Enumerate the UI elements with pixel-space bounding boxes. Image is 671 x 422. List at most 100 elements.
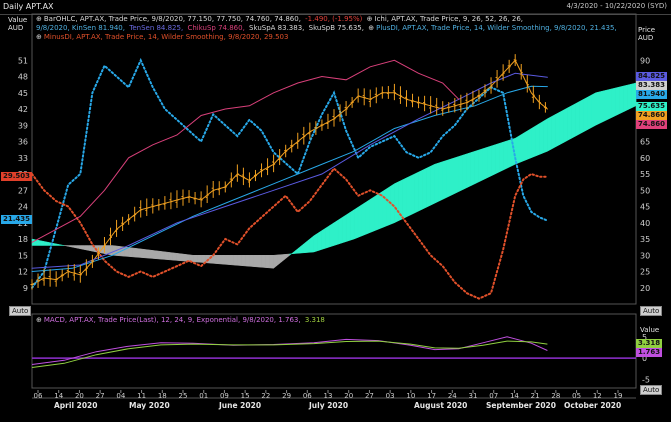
x-tick-label: 29	[282, 392, 291, 400]
cloud-segment	[623, 84, 629, 112]
cloud-segment	[35, 239, 41, 246]
cloud-segment	[39, 240, 45, 246]
cloud-segment	[369, 196, 375, 233]
cloud-segment	[490, 144, 496, 177]
chart-root: Daily APT.AX 4/3/2020 - 10/22/2020 (SYD)…	[0, 0, 671, 422]
cloud-segment	[285, 253, 290, 260]
cloud-segment	[168, 252, 174, 261]
cloud-segment	[269, 255, 274, 269]
cloud-segment	[523, 130, 528, 162]
left-tick-label: 27	[18, 186, 28, 195]
macd-plot-border	[31, 313, 637, 389]
cloud-segment	[422, 167, 427, 210]
cloud-segment	[297, 244, 303, 254]
x-tick-label: 06	[34, 392, 43, 400]
cloud-segment	[357, 204, 363, 238]
x-tick-label: 04	[116, 392, 125, 400]
cloud-segment	[619, 85, 625, 114]
cloud-segment	[301, 241, 307, 254]
cloud-segment	[104, 245, 109, 255]
x-tick-label: 20	[75, 392, 84, 400]
cloud-segment	[72, 245, 77, 249]
cloud-segment	[337, 217, 343, 245]
cloud-segment	[591, 92, 596, 128]
cloud-segment	[140, 248, 145, 259]
left-tick-label: 12	[18, 268, 28, 277]
cloud-segment	[172, 252, 178, 261]
cloud-segment	[482, 147, 488, 181]
cloud-segment	[386, 185, 391, 227]
cloud-segment	[353, 206, 359, 240]
series-line-minusdi	[31, 167, 549, 300]
x-tick-label: 03	[386, 392, 395, 400]
left-tick-label: 9	[23, 284, 28, 293]
cloud-segment	[559, 109, 564, 146]
cloud-segment	[261, 255, 266, 268]
x-tick-label: 13	[324, 392, 333, 400]
auto-scale-macd-button[interactable]: Auto	[640, 385, 663, 395]
cloud-segment	[595, 91, 601, 126]
right-tick-label: 65	[640, 138, 650, 147]
auto-scale-left-button[interactable]: Auto	[9, 306, 32, 316]
cloud-segment	[382, 188, 387, 228]
right-tick-label: 50	[640, 186, 650, 195]
month-label: June 2020	[219, 401, 262, 410]
cloud-segment	[374, 193, 379, 232]
x-tick-label: 20	[344, 392, 353, 400]
month-label: May 2020	[129, 401, 170, 410]
cloud-segment	[571, 103, 576, 139]
cloud-segment	[148, 249, 154, 259]
macd-value-badge: 3.318	[636, 338, 663, 348]
cloud-segment	[442, 160, 447, 200]
cloud-segment	[59, 244, 65, 246]
x-tick-label: 11	[137, 392, 146, 400]
x-tick-label: 17	[427, 392, 436, 400]
right-tick-label: 45	[640, 203, 650, 212]
cloud-segment	[317, 230, 323, 252]
cloud-segment	[249, 255, 254, 267]
right-tick-label: 60	[640, 154, 650, 163]
cloud-segment	[144, 249, 150, 259]
cloud-segment	[273, 254, 278, 269]
cloud-segment	[116, 245, 121, 257]
cloud-segment	[241, 255, 246, 267]
cloud-segment	[599, 90, 605, 124]
cloud-segment	[438, 161, 443, 202]
cloud-segment	[434, 162, 439, 204]
cloud-segment	[265, 255, 270, 269]
cloud-segment	[132, 247, 137, 258]
cloud-segment	[80, 245, 85, 250]
cloud-segment	[466, 152, 472, 189]
x-tick-label: 01	[199, 392, 208, 400]
cloud-segment	[543, 118, 548, 154]
auto-scale-right-button[interactable]: Auto	[640, 306, 663, 316]
month-label: August 2020	[414, 401, 468, 410]
cloud-segment	[567, 105, 572, 141]
cloud-segment	[506, 139, 512, 169]
cloud-segment	[555, 111, 560, 148]
cloud-segment	[156, 250, 162, 260]
cloud-segment	[221, 255, 226, 265]
cloud-segment	[160, 251, 166, 260]
x-tick-label: 22	[261, 392, 270, 400]
x-tick-label: 21	[531, 392, 540, 400]
cloud-segment	[333, 219, 339, 246]
cloud-segment	[518, 132, 524, 163]
cloud-segment	[446, 158, 452, 198]
cloud-segment	[309, 235, 315, 253]
cloud-segment	[216, 255, 222, 265]
cloud-segment	[345, 211, 351, 242]
cloud-segment	[349, 209, 355, 241]
cloud-segment	[289, 251, 294, 256]
left-tick-label: 45	[18, 89, 28, 98]
cloud-segment	[603, 89, 609, 122]
x-tick-label: 25	[179, 392, 188, 400]
cloud-segment	[418, 169, 423, 212]
cloud-segment	[494, 143, 500, 175]
cloud-segment	[547, 116, 552, 152]
cloud-segment	[325, 224, 331, 249]
x-tick-label: 27	[96, 392, 105, 400]
cloud-segment	[245, 255, 250, 267]
left-tick-label: 36	[18, 138, 28, 147]
cloud-segment	[200, 255, 206, 263]
